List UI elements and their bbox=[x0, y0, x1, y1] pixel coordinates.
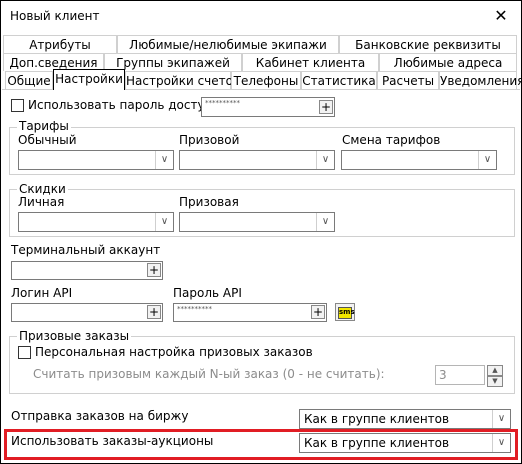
tariff-change-select[interactable]: ∨ bbox=[341, 150, 497, 170]
tab-account-settings[interactable]: Настройки счетов bbox=[125, 71, 240, 89]
sms-icon: sms bbox=[338, 307, 355, 319]
use-password-label: Использовать пароль доступа bbox=[28, 98, 220, 112]
access-password-field[interactable]: ********** + bbox=[201, 97, 335, 117]
api-password-field[interactable]: ********** + bbox=[173, 303, 327, 322]
tab-bank-details[interactable]: Банковские реквизиты bbox=[339, 35, 517, 53]
api-password-value: ********** bbox=[177, 305, 212, 313]
dialog-window: Новый клиент ✕ Атрибуты Любимые/нелюбимы… bbox=[0, 0, 522, 464]
tab-favorite-crews[interactable]: Любимые/нелюбимые экипажи bbox=[117, 35, 339, 53]
tab-strip: Атрибуты Любимые/нелюбимые экипажи Банко… bbox=[1, 32, 522, 92]
tariff-change-label: Смена тарифов bbox=[342, 133, 441, 147]
exchange-value: Как в группе клиентов bbox=[304, 412, 450, 426]
terminal-add-button[interactable]: + bbox=[147, 263, 161, 277]
prize-orders-legend: Призовые заказы bbox=[17, 329, 132, 343]
use-password-checkbox[interactable] bbox=[11, 99, 24, 112]
chevron-down-icon: ∨ bbox=[155, 151, 173, 169]
tariff-prize-select[interactable]: ∨ bbox=[179, 150, 335, 170]
chevron-down-icon: ∨ bbox=[316, 151, 334, 169]
chevron-down-icon: ∨ bbox=[492, 410, 510, 428]
api-password-label: Пароль API bbox=[173, 286, 242, 300]
tab-favorite-addresses[interactable]: Любимые адреса bbox=[379, 53, 517, 71]
tariff-regular-label: Обычный bbox=[18, 133, 77, 147]
chevron-down-icon: ∨ bbox=[316, 213, 334, 231]
chevron-down-icon: ∨ bbox=[155, 213, 173, 231]
tariff-regular-select[interactable]: ∨ bbox=[18, 150, 174, 170]
exchange-select[interactable]: Как в группе клиентов ∨ bbox=[299, 409, 511, 429]
window-title: Новый клиент bbox=[10, 9, 100, 23]
prize-every-n-value: 3 bbox=[439, 368, 447, 382]
tab-general[interactable]: Общие bbox=[5, 71, 53, 89]
send-sms-button[interactable]: sms bbox=[335, 303, 355, 321]
prize-every-n-field[interactable]: 3 bbox=[435, 365, 485, 385]
discount-personal-label: Личная bbox=[18, 195, 65, 209]
discount-personal-select[interactable]: ∨ bbox=[18, 212, 174, 232]
discount-prize-label: Призовая bbox=[179, 195, 239, 209]
prize-every-n-spinner[interactable]: ▲ ▼ bbox=[487, 365, 503, 387]
prize-personal-checkbox[interactable] bbox=[18, 346, 31, 359]
api-password-add-button[interactable]: + bbox=[311, 305, 325, 319]
api-login-add-button[interactable]: + bbox=[147, 305, 161, 319]
tab-attributes[interactable]: Атрибуты bbox=[3, 35, 117, 53]
tab-payments[interactable]: Расчеты bbox=[377, 71, 439, 89]
tab-statistics[interactable]: Статистика bbox=[301, 71, 377, 89]
close-icon[interactable]: ✕ bbox=[489, 5, 513, 27]
api-login-field[interactable]: + bbox=[11, 303, 163, 322]
highlight-box bbox=[4, 429, 518, 460]
tab-phones[interactable]: Телефоны bbox=[231, 71, 301, 89]
exchange-label: Отправка заказов на биржу bbox=[11, 409, 189, 423]
prize-every-n-label: Считать призовым каждый N-ый заказ (0 - … bbox=[33, 367, 385, 381]
tab-notifications[interactable]: Уведомления bbox=[439, 71, 522, 89]
chevron-down-icon: ∨ bbox=[478, 151, 496, 169]
terminal-account-field[interactable]: + bbox=[11, 261, 163, 280]
tariff-prize-label: Призовой bbox=[179, 133, 240, 147]
terminal-account-label: Терминальный аккаунт bbox=[11, 243, 161, 257]
access-password-value: ********** bbox=[205, 99, 240, 107]
tab-settings[interactable]: Настройки bbox=[53, 69, 125, 90]
spin-down-icon[interactable]: ▼ bbox=[487, 376, 503, 387]
tariffs-legend: Тарифы bbox=[17, 119, 71, 133]
title-bar: Новый клиент ✕ bbox=[1, 1, 521, 32]
api-login-label: Логин API bbox=[11, 286, 73, 300]
prize-personal-label: Персональная настройка призовых заказов bbox=[35, 345, 313, 359]
discounts-legend: Скидки bbox=[17, 182, 68, 196]
tab-client-cabinet[interactable]: Кабинет клиента bbox=[242, 53, 379, 71]
spin-up-icon[interactable]: ▲ bbox=[487, 365, 503, 376]
discount-prize-select[interactable]: ∨ bbox=[179, 212, 335, 232]
password-add-button[interactable]: + bbox=[319, 100, 333, 114]
